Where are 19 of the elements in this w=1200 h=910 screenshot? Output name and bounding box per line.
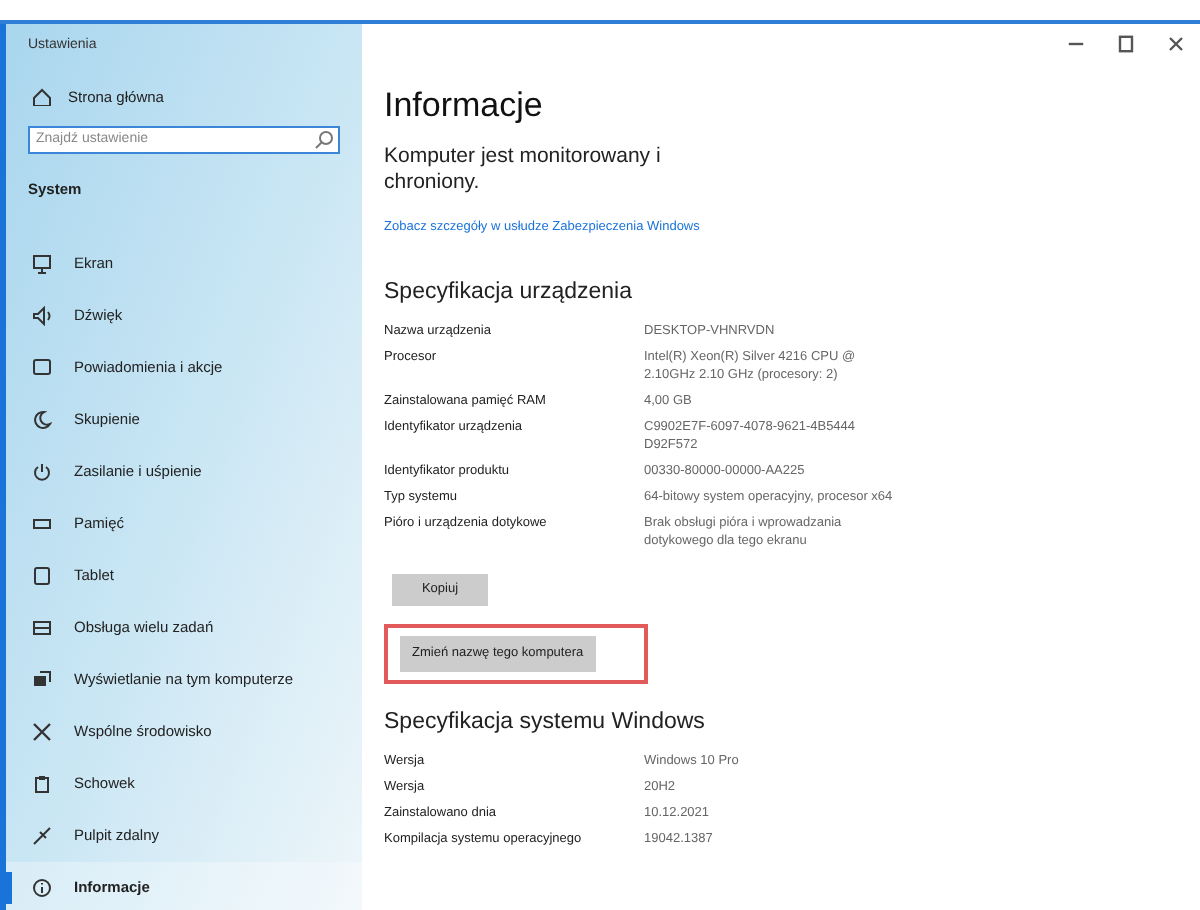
drive-icon xyxy=(32,514,52,534)
moon-icon xyxy=(32,410,52,430)
info-icon xyxy=(32,878,52,898)
section-heading: Specyfikacja urządzenia xyxy=(384,278,635,306)
home-icon xyxy=(32,86,52,107)
projector-icon xyxy=(32,670,52,690)
tablet-icon xyxy=(32,566,52,586)
status-text: Komputer jest monitorowany i chroniony. xyxy=(384,144,663,196)
page-title: Informacje xyxy=(384,86,545,126)
close-button[interactable] xyxy=(1164,32,1188,56)
monitor-icon xyxy=(32,254,52,274)
speaker-icon xyxy=(32,306,52,326)
windows-stack-icon xyxy=(32,618,52,638)
message-icon xyxy=(32,358,52,378)
search-icon xyxy=(314,129,334,150)
power-icon xyxy=(32,462,52,482)
section-heading: Specyfikacja systemu Windows xyxy=(384,708,707,736)
clipboard-icon xyxy=(32,774,52,794)
maximize-button[interactable] xyxy=(1114,32,1138,56)
